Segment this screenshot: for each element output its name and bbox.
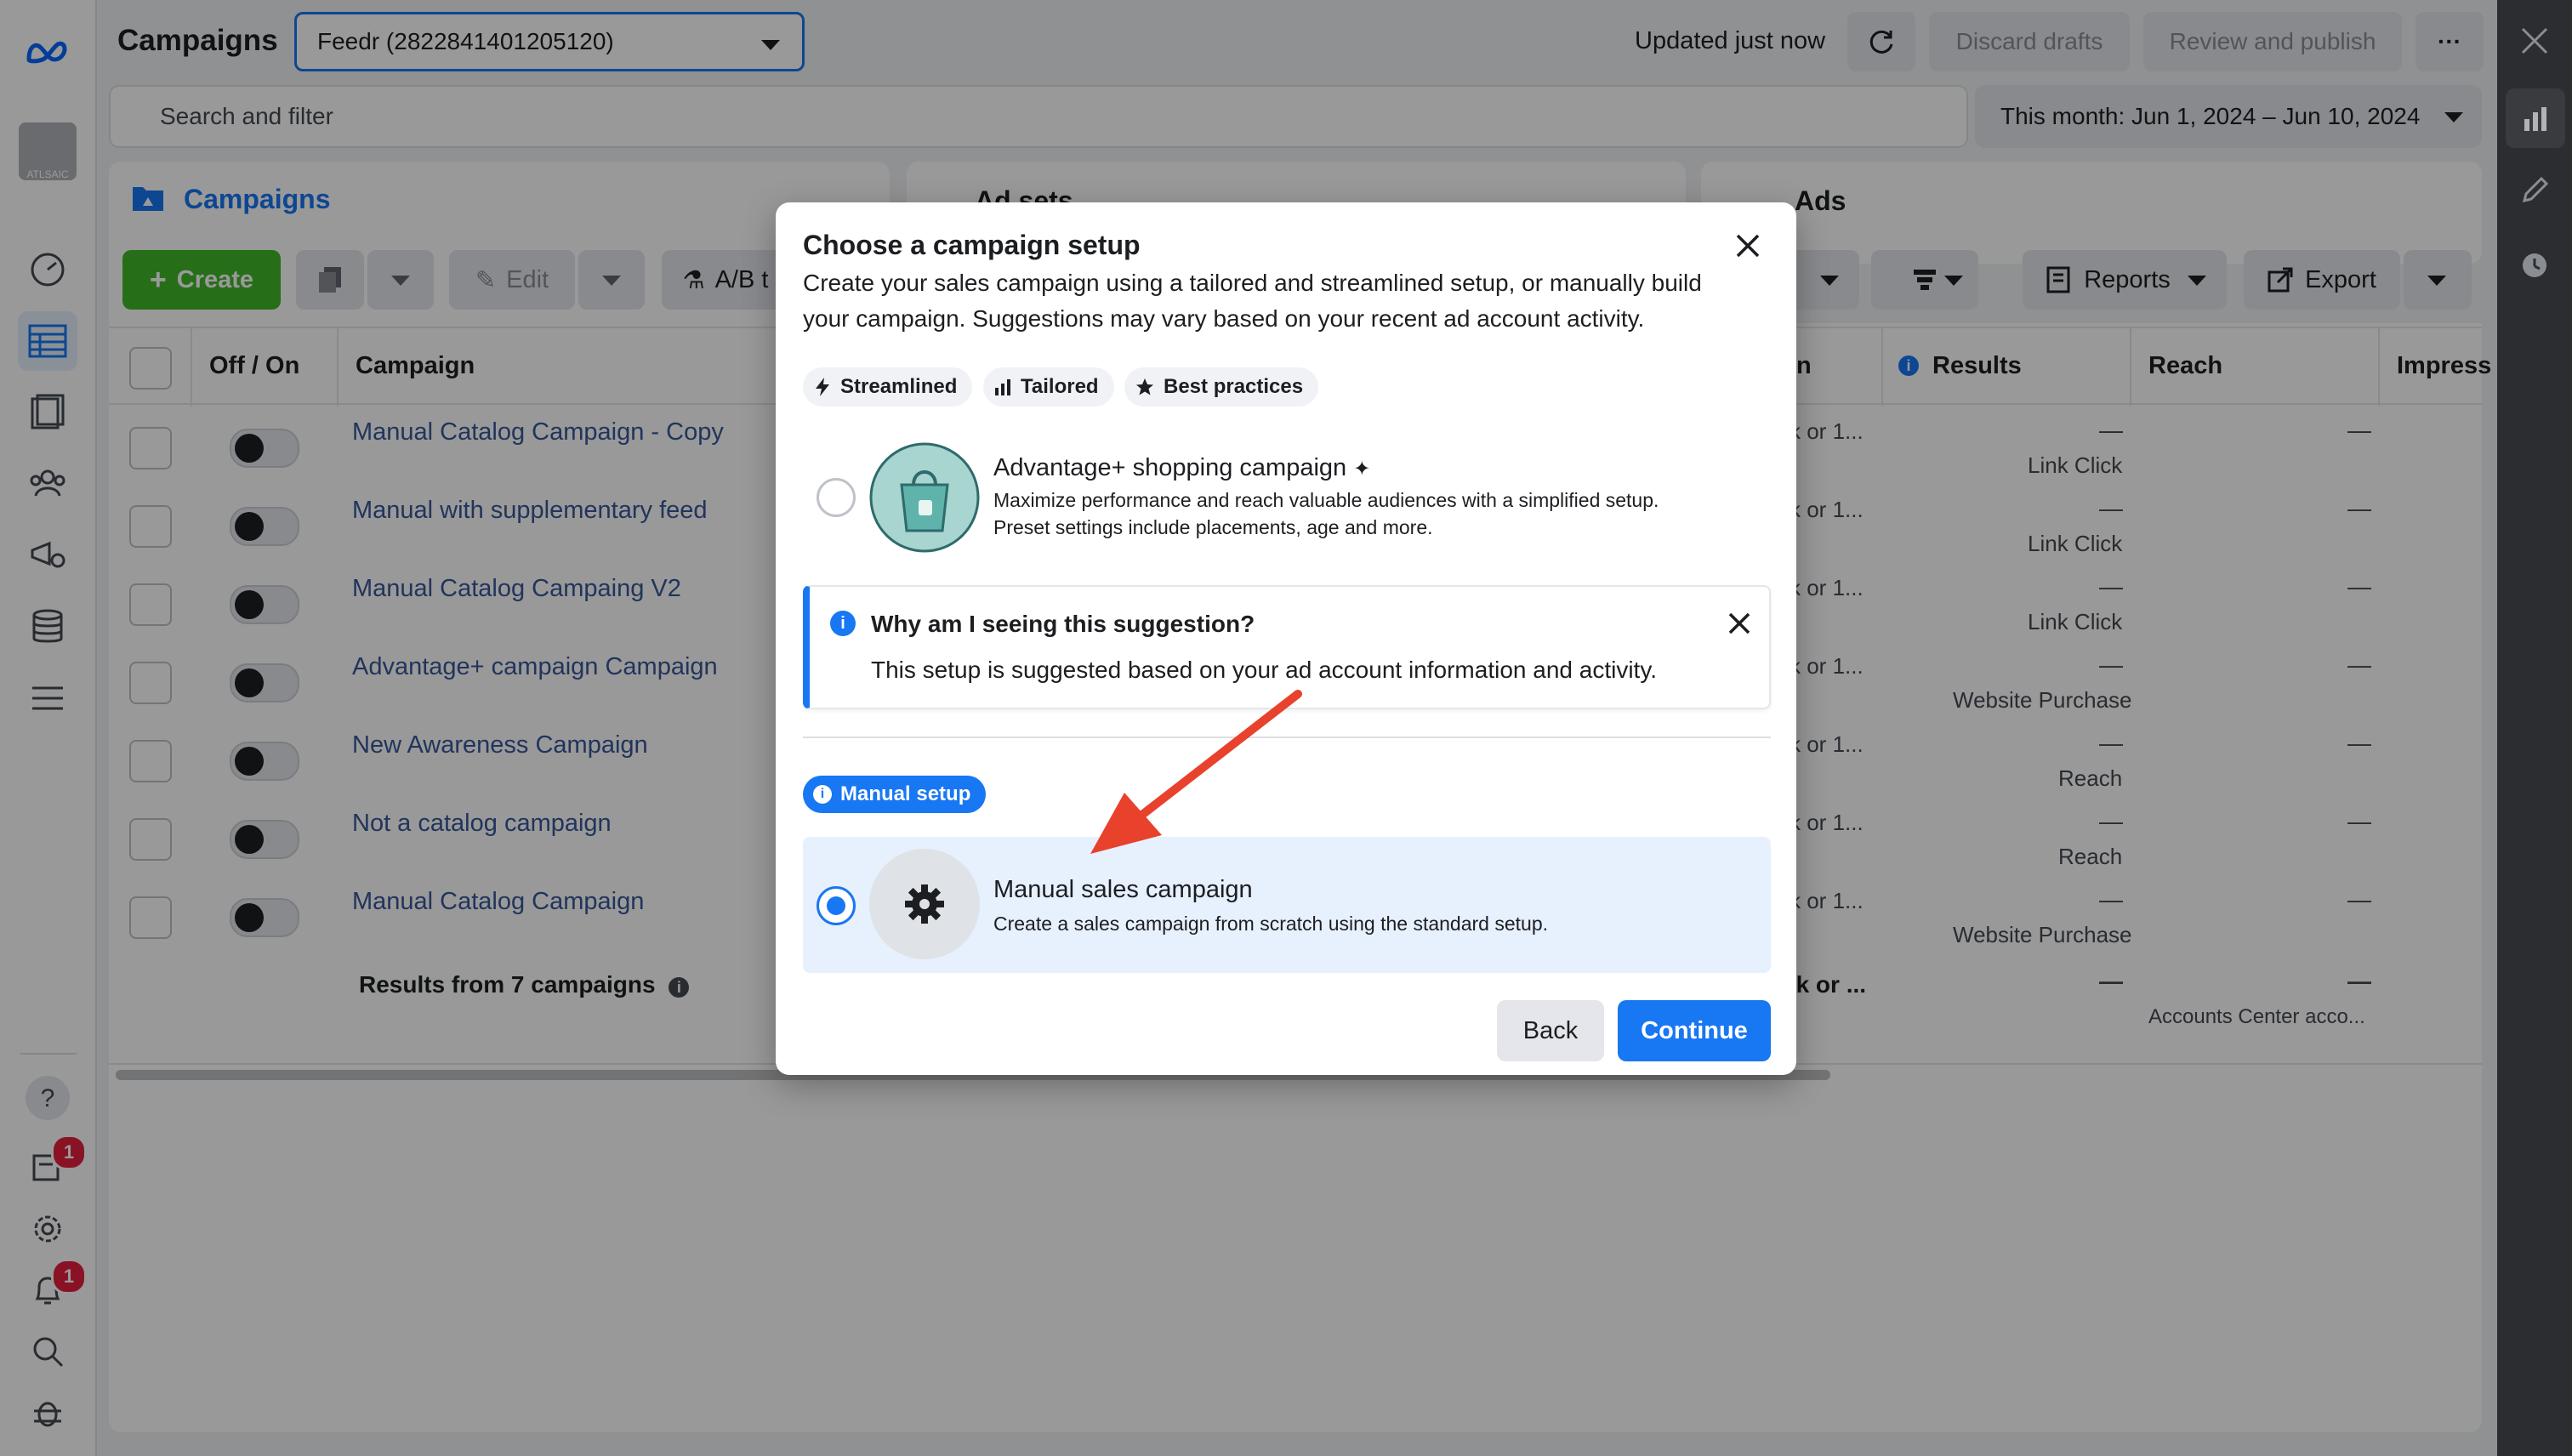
advantage-desc-2: Preset settings include placements, age …: [993, 516, 1433, 538]
info-close-icon[interactable]: [1727, 611, 1752, 636]
chip-best-practices: Best practices: [1124, 367, 1319, 407]
gear-icon: [869, 849, 980, 959]
chip-best-practices-label: Best practices: [1164, 375, 1304, 398]
annotation-arrow: [1080, 687, 1310, 857]
manual-setup-pill: i Manual setup: [803, 776, 987, 813]
advantage-desc-1: Maximize performance and reach valuable …: [993, 489, 1659, 511]
chip-tailored-label: Tailored: [1021, 375, 1099, 398]
star-icon: [1136, 378, 1153, 395]
advantage-title: Advantage+ shopping campaign ✦: [993, 454, 1370, 482]
chip-tailored: Tailored: [983, 367, 1114, 407]
info-icon: i: [813, 785, 832, 804]
manual-radio[interactable]: [817, 886, 856, 925]
chip-streamlined-label: Streamlined: [840, 375, 958, 398]
advantage-title-text: Advantage+ shopping campaign: [993, 454, 1347, 481]
chart-panel-icon[interactable]: [2506, 88, 2565, 148]
continue-button[interactable]: Continue: [1618, 1000, 1771, 1061]
manual-desc: Create a sales campaign from scratch usi…: [993, 913, 1549, 935]
dialog-title: Choose a campaign setup: [803, 230, 1141, 260]
advantage-radio[interactable]: [817, 478, 856, 517]
dialog-description: Create your sales campaign using a tailo…: [803, 270, 1702, 332]
right-rail: [2497, 0, 2572, 1456]
sparkle-icon: ✦: [1353, 458, 1371, 481]
info-icon: i: [830, 611, 856, 636]
info-body: This setup is suggested based on your ad…: [871, 657, 1658, 683]
info-title: Why am I seeing this suggestion?: [871, 611, 1255, 637]
shopping-bag-icon: [869, 442, 980, 553]
close-icon[interactable]: [2519, 26, 2550, 56]
bar-chart-icon: [995, 379, 1010, 395]
bolt-icon: [816, 378, 829, 396]
chip-streamlined: Streamlined: [803, 367, 973, 407]
back-button[interactable]: Back: [1497, 1000, 1604, 1061]
dialog-close-icon[interactable]: [1733, 231, 1762, 260]
history-icon[interactable]: [2519, 250, 2550, 281]
manual-title: Manual sales campaign: [993, 876, 1253, 903]
manual-sales-option[interactable]: Manual sales campaign Create a sales cam…: [803, 837, 1771, 973]
campaign-setup-dialog: Choose a campaign setup Create your sale…: [776, 202, 1796, 1075]
pencil-icon[interactable]: [2519, 175, 2550, 206]
manual-setup-pill-label: Manual setup: [840, 782, 971, 805]
